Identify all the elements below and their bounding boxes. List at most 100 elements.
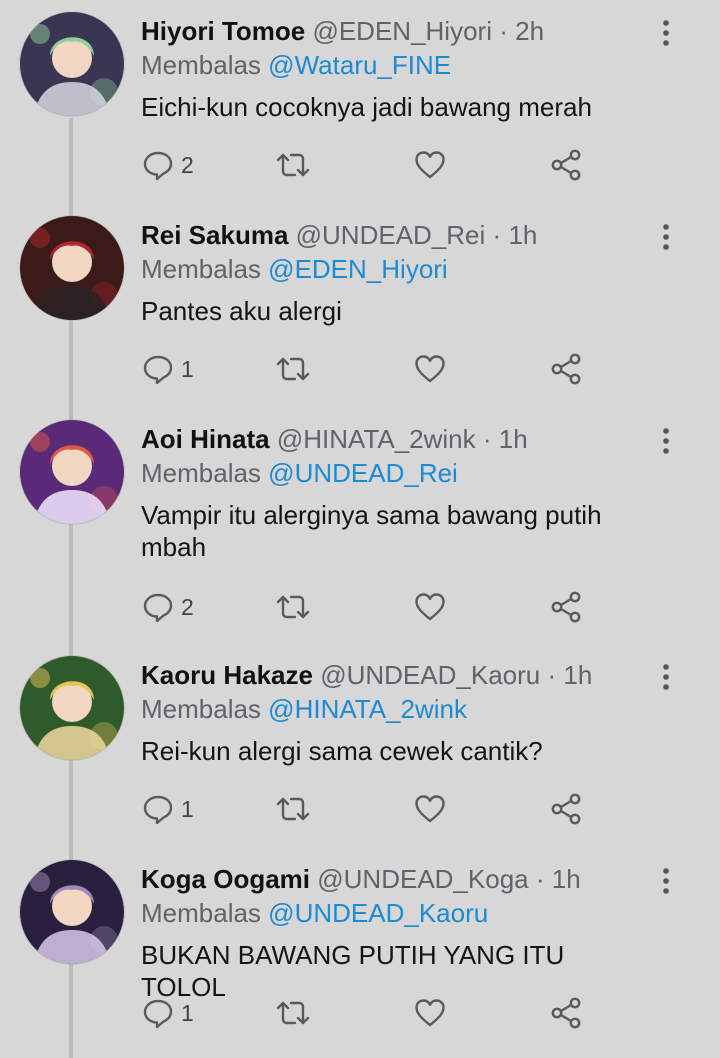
tweet-header: Hiyori Tomoe @EDEN_Hiyori · 2h [141, 14, 652, 48]
tweet-content: Aoi Hinata @HINATA_2wink · 1h Membalas @… [141, 422, 652, 563]
share-icon [549, 590, 583, 624]
avatar[interactable] [20, 860, 124, 964]
action-bar: 2 [141, 145, 601, 185]
display-name[interactable]: Hiyori Tomoe [141, 16, 305, 46]
retweet-icon [274, 792, 312, 826]
reply-button[interactable]: 2 [141, 587, 194, 627]
retweet-button[interactable] [274, 789, 312, 829]
replying-to: Membalas @HINATA_2wink [141, 692, 652, 726]
share-button[interactable] [549, 587, 583, 627]
retweet-button[interactable] [274, 349, 312, 389]
share-button[interactable] [549, 993, 583, 1033]
reply-button[interactable]: 1 [141, 789, 194, 829]
avatar[interactable] [20, 12, 124, 116]
separator-dot: · [547, 660, 557, 690]
tweet-content: Kaoru Hakaze @UNDEAD_Kaoru · 1h Membalas… [141, 658, 652, 767]
display-name[interactable]: Koga Oogami [141, 864, 310, 894]
retweet-button[interactable] [274, 145, 312, 185]
more-icon[interactable] [656, 866, 676, 896]
reply-button[interactable]: 1 [141, 993, 194, 1033]
like-icon [413, 792, 447, 826]
like-button[interactable] [413, 789, 447, 829]
share-icon [549, 792, 583, 826]
tweet-text: Pantes aku alergi [141, 296, 342, 326]
like-button[interactable] [413, 349, 447, 389]
reply-button[interactable]: 1 [141, 349, 194, 389]
reply-icon [141, 590, 175, 624]
reply-count: 1 [181, 999, 194, 1026]
share-button[interactable] [549, 349, 583, 389]
reply-icon [141, 792, 175, 826]
reply-button[interactable]: 2 [141, 145, 194, 185]
timestamp: 1h [551, 864, 581, 894]
mention-link[interactable]: @HINATA_2wink [268, 694, 467, 724]
tweet-text: Eichi-kun cocoknya jadi bawang merah [141, 92, 592, 122]
user-handle[interactable]: @HINATA_2wink [277, 424, 476, 454]
tweet-header: Kaoru Hakaze @UNDEAD_Kaoru · 1h [141, 658, 652, 692]
share-icon [549, 148, 583, 182]
replying-to-label: Membalas [141, 50, 261, 80]
mention-link[interactable]: @UNDEAD_Rei [268, 458, 458, 488]
replying-to: Membalas @Wataru_FINE [141, 48, 652, 82]
user-handle[interactable]: @UNDEAD_Rei [296, 220, 486, 250]
share-icon [549, 996, 583, 1030]
like-button[interactable] [413, 993, 447, 1033]
share-button[interactable] [549, 145, 583, 185]
replying-to: Membalas @UNDEAD_Kaoru [141, 896, 652, 930]
avatar[interactable] [20, 656, 124, 760]
separator-dot: · [492, 220, 502, 250]
like-icon [413, 590, 447, 624]
reply-count: 2 [181, 593, 194, 620]
share-button[interactable] [549, 789, 583, 829]
retweet-button[interactable] [274, 993, 312, 1033]
like-button[interactable] [413, 145, 447, 185]
action-bar: 1 [141, 349, 601, 389]
like-icon [413, 996, 447, 1030]
like-icon [413, 148, 447, 182]
timestamp: 1h [498, 424, 528, 454]
avatar[interactable] [20, 216, 124, 320]
user-handle[interactable]: @UNDEAD_Kaoru [320, 660, 540, 690]
tweet-header: Koga Oogami @UNDEAD_Koga · 1h [141, 862, 652, 896]
tweet-text: Rei-kun alergi sama cewek cantik? [141, 736, 543, 766]
mention-link[interactable]: @UNDEAD_Kaoru [268, 898, 488, 928]
more-icon[interactable] [656, 18, 676, 48]
mention-link[interactable]: @EDEN_Hiyori [268, 254, 448, 284]
avatar[interactable] [20, 420, 124, 524]
more-icon[interactable] [656, 662, 676, 692]
timestamp: 1h [508, 220, 538, 250]
replying-to-label: Membalas [141, 694, 261, 724]
retweet-icon [274, 352, 312, 386]
user-handle[interactable]: @UNDEAD_Koga [317, 864, 528, 894]
reply-count: 2 [181, 151, 194, 178]
reply-count: 1 [181, 355, 194, 382]
reply-icon [141, 352, 175, 386]
action-bar: 2 [141, 587, 601, 627]
tweet-content: Hiyori Tomoe @EDEN_Hiyori · 2h Membalas … [141, 14, 652, 123]
display-name[interactable]: Rei Sakuma [141, 220, 288, 250]
separator-dot: · [482, 424, 492, 454]
more-icon[interactable] [656, 426, 676, 456]
display-name[interactable]: Aoi Hinata [141, 424, 270, 454]
replying-to-label: Membalas [141, 458, 261, 488]
retweet-button[interactable] [274, 587, 312, 627]
replying-to: Membalas @UNDEAD_Rei [141, 456, 652, 490]
like-button[interactable] [413, 587, 447, 627]
like-icon [413, 352, 447, 386]
tweet-header: Aoi Hinata @HINATA_2wink · 1h [141, 422, 652, 456]
tweet-content: Koga Oogami @UNDEAD_Koga · 1h Membalas @… [141, 862, 652, 1003]
retweet-icon [274, 148, 312, 182]
tweet-header: Rei Sakuma @UNDEAD_Rei · 1h [141, 218, 652, 252]
replying-to-label: Membalas [141, 254, 261, 284]
tweet-text: Vampir itu alerginya sama bawang putih m… [141, 500, 602, 562]
separator-dot: · [499, 16, 508, 46]
replying-to: Membalas @EDEN_Hiyori [141, 252, 652, 286]
timestamp: 2h [515, 16, 545, 46]
display-name[interactable]: Kaoru Hakaze [141, 660, 313, 690]
action-bar: 1 [141, 789, 601, 829]
mention-link[interactable]: @Wataru_FINE [268, 50, 451, 80]
more-icon[interactable] [656, 222, 676, 252]
user-handle[interactable]: @EDEN_Hiyori [312, 16, 492, 46]
replying-to-label: Membalas [141, 898, 261, 928]
reply-icon [141, 148, 175, 182]
